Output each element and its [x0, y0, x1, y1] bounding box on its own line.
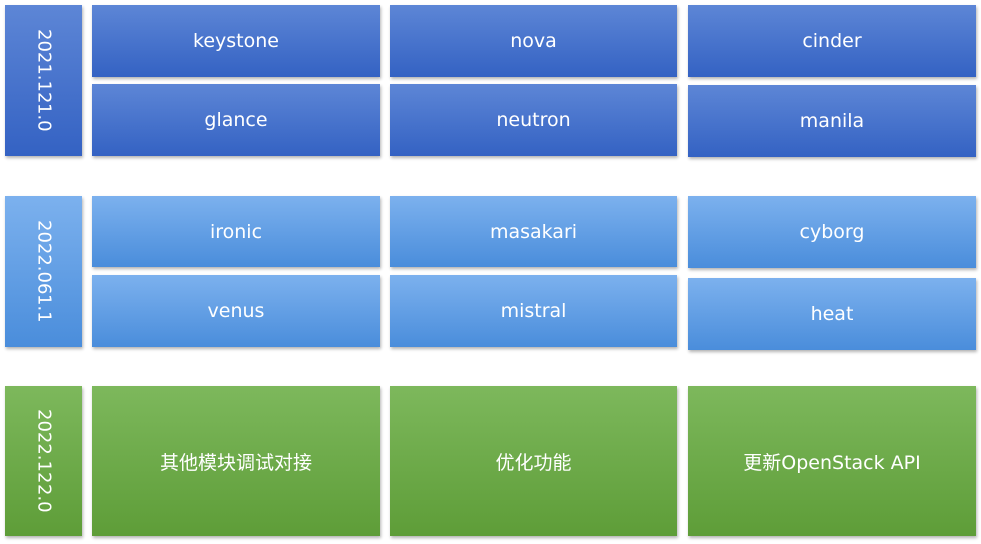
module-glance: glance — [92, 84, 380, 156]
release-date: 2022.06 — [33, 219, 55, 295]
module-manila: manila — [688, 85, 976, 157]
module-keystone: keystone — [92, 5, 380, 77]
module-neutron: neutron — [390, 84, 677, 156]
module-mistral: mistral — [390, 275, 677, 347]
release-version: 1.0 — [33, 103, 55, 133]
module-nova: nova — [390, 5, 677, 77]
release-version: 1.1 — [33, 294, 55, 324]
release-date: 2022.12 — [33, 409, 55, 484]
module-cinder: cinder — [688, 5, 976, 77]
release-date: 2021.12 — [33, 28, 55, 104]
task-update-openstack-api: 更新OpenStack API — [688, 386, 976, 536]
task-optimize-features: 优化功能 — [390, 386, 677, 536]
task-module-integration: 其他模块调试对接 — [92, 386, 380, 536]
module-masakari: masakari — [390, 196, 677, 267]
module-venus: venus — [92, 275, 380, 347]
release-version: 2.0 — [33, 483, 55, 513]
module-heat: heat — [688, 278, 976, 350]
release-label-1-0: 2021.12 1.0 — [5, 5, 82, 156]
release-label-1-1: 2022.06 1.1 — [5, 196, 82, 347]
release-label-2-0: 2022.12 2.0 — [5, 386, 82, 536]
module-ironic: ironic — [92, 196, 380, 267]
module-cyborg: cyborg — [688, 196, 976, 268]
